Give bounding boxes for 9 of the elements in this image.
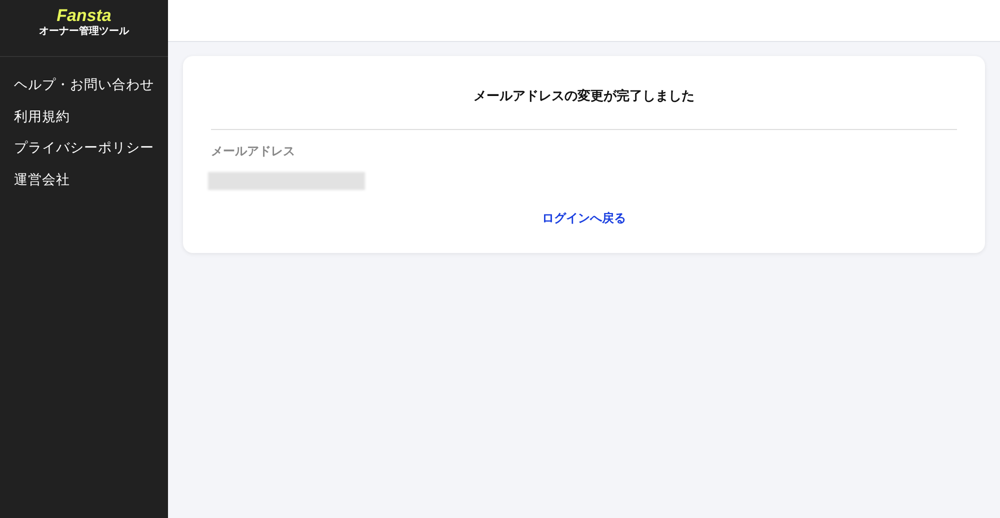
sidebar-link[interactable]: ヘルプ・お問い合わせ bbox=[0, 69, 168, 100]
sidebar-link[interactable]: 運営会社 bbox=[0, 164, 168, 195]
sidebar-link[interactable]: プライバシーポリシー bbox=[0, 132, 168, 164]
card-title: メールアドレスの変更が完了しました bbox=[472, 87, 696, 105]
logo[interactable]: Fansta bbox=[56, 6, 112, 26]
field-label: メールアドレス bbox=[211, 143, 296, 160]
sidebar-link[interactable]: 利用規約 bbox=[0, 100, 168, 132]
login-link[interactable]: ログインへ戻る bbox=[542, 209, 626, 227]
logo-subtitle: オーナー管理ツール bbox=[39, 26, 129, 38]
